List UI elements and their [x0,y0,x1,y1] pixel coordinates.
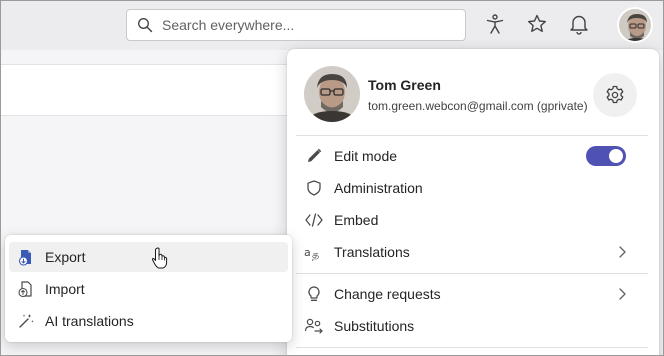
submenu-item-export[interactable]: Export [9,242,288,272]
lightbulb-icon [304,284,324,304]
menu-item-translations[interactable]: aத Translations [296,237,648,267]
menu-item-embed[interactable]: Embed [296,205,648,235]
people-swap-icon [304,316,324,336]
toggle-knob [609,149,623,163]
content-card [0,64,300,116]
chevron-right-icon [614,244,630,265]
account-menu: Tom Green tom.green.webcon@gmail.com (gp… [287,49,659,356]
shield-icon [304,178,324,198]
menu-item-label: Embed [334,212,379,228]
translate-icon: aத [304,242,324,262]
menu-item-label: Administration [334,180,423,196]
menu-item-label: Substitutions [334,318,415,334]
edit-mode-toggle[interactable] [586,146,626,166]
submenu-item-label: AI translations [45,313,134,329]
code-icon [304,210,324,230]
menu-item-edit-mode[interactable]: Edit mode [296,141,648,171]
top-bar [0,0,664,50]
search-input[interactable] [162,17,452,33]
import-icon [16,279,36,299]
submenu-item-label: Export [45,249,86,265]
submenu-item-import[interactable]: Import [9,274,288,304]
svg-text:a: a [304,246,311,259]
menu-item-label: Edit mode [334,148,398,164]
submenu-item-label: Import [45,281,85,297]
menu-item-label: Change requests [334,286,441,302]
submenu-item-ai-translations[interactable]: AI translations [9,306,288,336]
menu-item-administration[interactable]: Administration [296,173,648,203]
divider [296,273,648,274]
avatar [304,66,360,122]
divider [296,135,648,136]
menu-item-label: Translations [334,244,410,260]
svg-text:த: த [312,248,319,261]
bell-icon[interactable] [567,12,591,36]
translations-submenu: Export Import AI translations [5,235,292,342]
export-icon [16,247,36,267]
hand-cursor-icon [150,246,170,275]
star-icon[interactable] [525,12,549,36]
profile-name: Tom Green [368,77,441,93]
pencil-icon [304,146,324,166]
gear-icon [606,85,624,104]
chevron-right-icon [614,286,630,307]
search-icon [138,18,153,33]
divider [296,347,648,348]
settings-button[interactable] [593,73,637,117]
menu-item-substitutions[interactable]: Substitutions [296,311,648,341]
menu-item-change-requests[interactable]: Change requests [296,279,648,309]
profile-email: tom.green.webcon@gmail.com (gprivate) [368,99,588,113]
accessibility-icon[interactable] [483,12,507,36]
magic-wand-icon [16,311,36,331]
search-box[interactable] [126,9,466,41]
avatar[interactable] [617,7,653,43]
